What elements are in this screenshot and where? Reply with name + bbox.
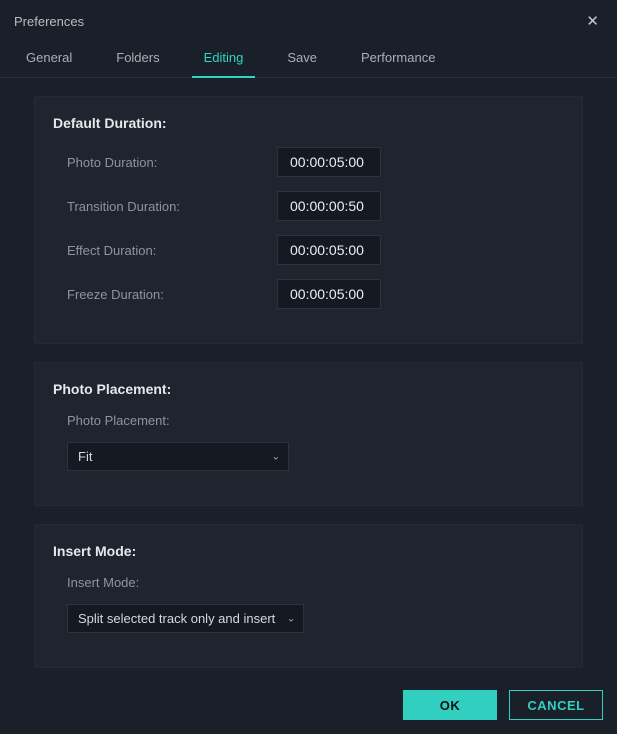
select-photo-placement[interactable]: Fit ⌄ — [67, 442, 289, 471]
select-photo-placement-value: Fit — [78, 449, 92, 464]
panel-title-insert-mode: Insert Mode: — [53, 543, 564, 559]
footer-buttons: OK CANCEL — [403, 690, 603, 720]
row-effect-duration: Effect Duration: — [53, 235, 564, 265]
tab-performance[interactable]: Performance — [339, 40, 457, 77]
panel-insert-mode: Insert Mode: Insert Mode: Split selected… — [34, 524, 583, 668]
tab-folders[interactable]: Folders — [94, 40, 181, 77]
row-photo-duration: Photo Duration: — [53, 147, 564, 177]
tab-general[interactable]: General — [4, 40, 94, 77]
content-area: Default Duration: Photo Duration: Transi… — [0, 78, 617, 668]
ok-button[interactable]: OK — [403, 690, 497, 720]
label-transition-duration: Transition Duration: — [67, 199, 277, 214]
tabs: General Folders Editing Save Performance — [0, 40, 617, 78]
label-insert-mode: Insert Mode: — [53, 575, 564, 590]
input-transition-duration[interactable] — [277, 191, 381, 221]
tab-save[interactable]: Save — [265, 40, 339, 77]
input-effect-duration[interactable] — [277, 235, 381, 265]
panel-default-duration: Default Duration: Photo Duration: Transi… — [34, 96, 583, 344]
label-photo-placement: Photo Placement: — [53, 413, 564, 428]
titlebar: Preferences ✕ — [0, 0, 617, 40]
window-title: Preferences — [14, 14, 84, 29]
tab-editing[interactable]: Editing — [182, 40, 266, 77]
input-freeze-duration[interactable] — [277, 279, 381, 309]
panel-title-photo-placement: Photo Placement: — [53, 381, 564, 397]
select-insert-mode[interactable]: Split selected track only and insert ⌄ — [67, 604, 304, 633]
chevron-down-icon: ⌄ — [272, 451, 280, 462]
panel-photo-placement: Photo Placement: Photo Placement: Fit ⌄ — [34, 362, 583, 506]
row-freeze-duration: Freeze Duration: — [53, 279, 564, 309]
input-photo-duration[interactable] — [277, 147, 381, 177]
chevron-down-icon: ⌄ — [287, 613, 295, 624]
label-freeze-duration: Freeze Duration: — [67, 287, 277, 302]
label-effect-duration: Effect Duration: — [67, 243, 277, 258]
cancel-button[interactable]: CANCEL — [509, 690, 603, 720]
select-insert-mode-value: Split selected track only and insert — [78, 611, 275, 626]
label-photo-duration: Photo Duration: — [67, 155, 277, 170]
row-transition-duration: Transition Duration: — [53, 191, 564, 221]
close-icon[interactable]: ✕ — [582, 10, 603, 32]
panel-title-default-duration: Default Duration: — [53, 115, 564, 131]
